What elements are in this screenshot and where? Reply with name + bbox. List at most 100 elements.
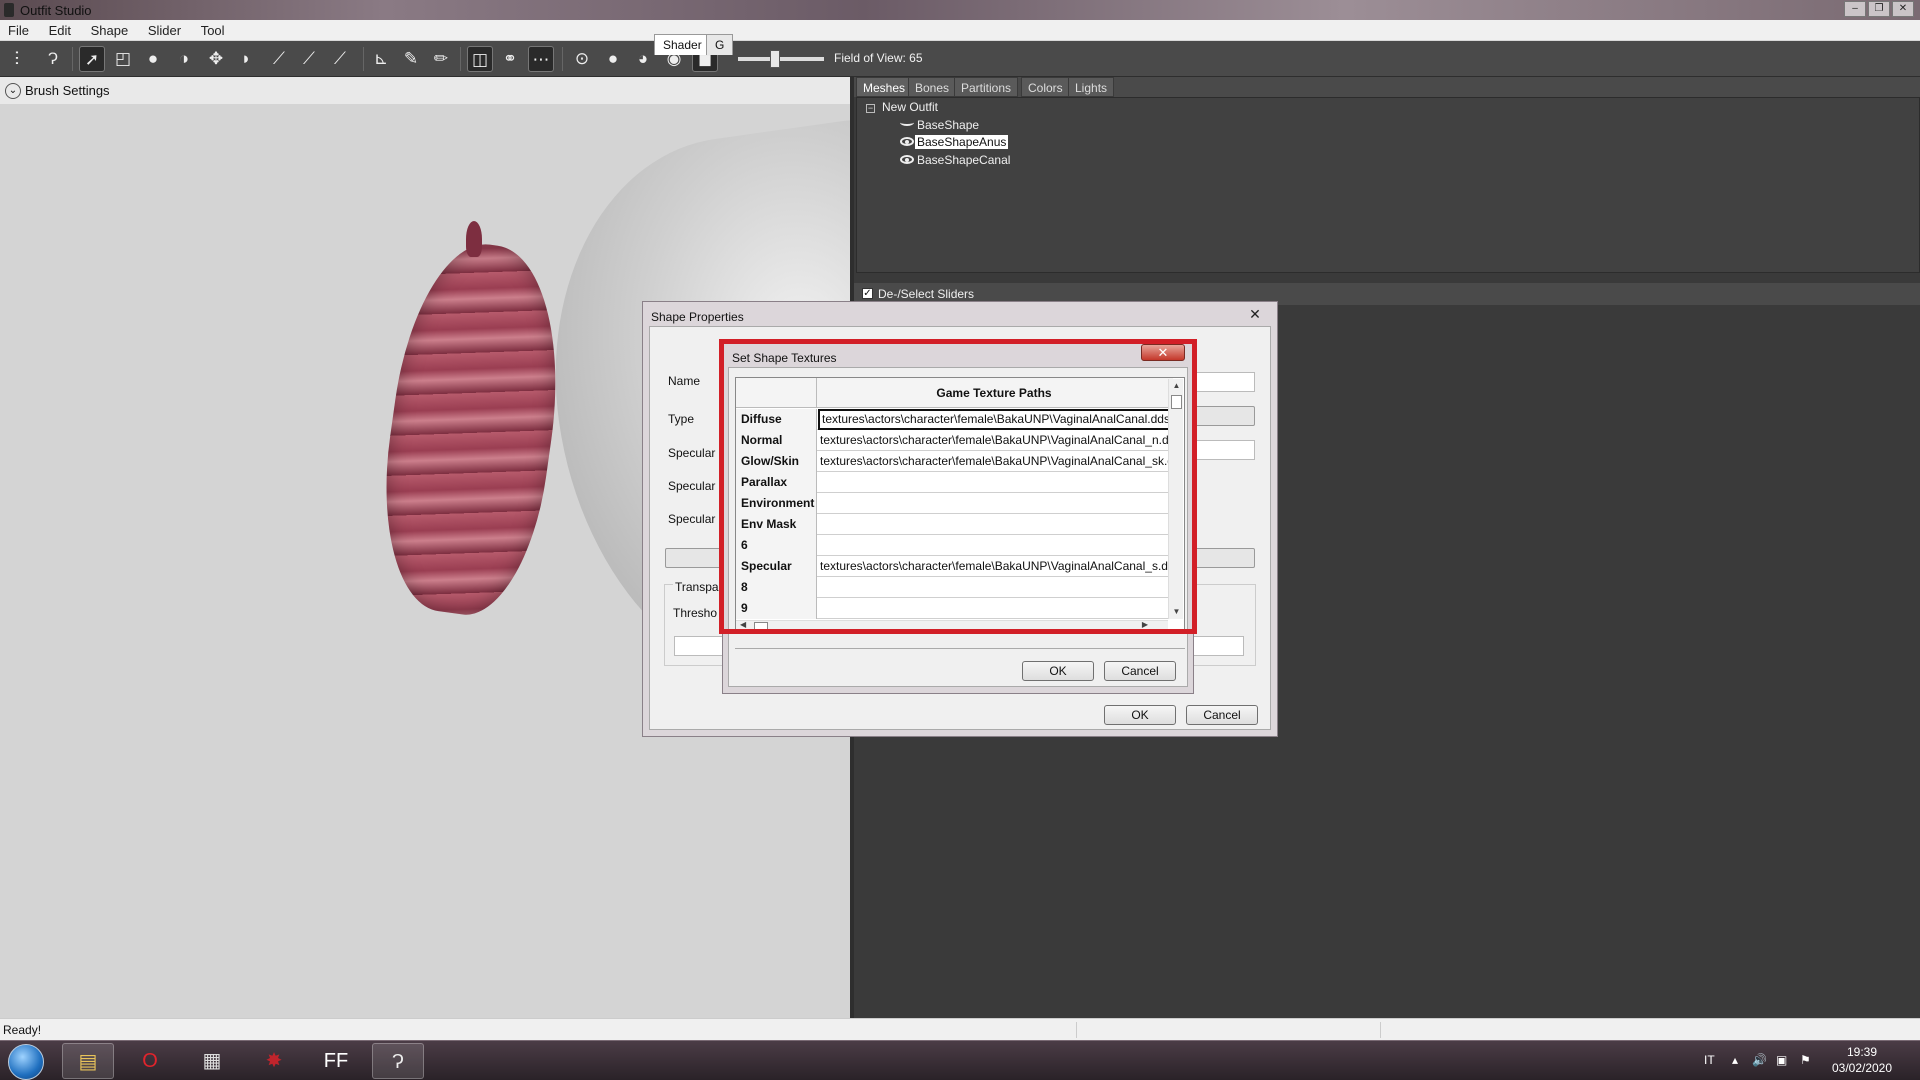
shape-props-cancel-button[interactable]: Cancel — [1186, 705, 1258, 725]
texture-path-cell[interactable] — [818, 493, 1172, 514]
specular-label: Specular — [668, 446, 716, 460]
lighting-icon[interactable]: ● — [600, 46, 626, 72]
transform-icon[interactable]: ⊾ — [368, 46, 394, 72]
outfit-studio-taskbar-icon[interactable]: Ɂ — [372, 1043, 424, 1079]
table-row[interactable]: Environment — [736, 493, 1173, 514]
scroll-thumb[interactable] — [1171, 395, 1182, 409]
fov-slider-track[interactable] — [738, 57, 824, 61]
inflate-brush-icon[interactable]: ● — [140, 46, 166, 72]
scroll-right-icon[interactable]: ▶ — [1142, 620, 1148, 629]
texture-icon[interactable]: ◕ — [630, 46, 656, 72]
clock[interactable]: 19:39 03/02/2020 — [1822, 1044, 1902, 1076]
table-row[interactable]: 9 — [736, 598, 1173, 619]
grid-horizontal-scrollbar[interactable]: ◀ ▶ — [736, 620, 1168, 631]
hidden-eye-icon[interactable] — [900, 119, 914, 126]
tab-bones[interactable]: Bones — [908, 77, 957, 97]
deflate-brush-icon[interactable]: ◑ — [171, 46, 197, 72]
texture-path-cell[interactable]: textures\actors\character\female\BakaUNP… — [818, 451, 1172, 472]
ffdec-icon[interactable]: FF — [310, 1043, 362, 1079]
network-icon[interactable]: ▣ — [1776, 1053, 1787, 1067]
maximize-button[interactable]: ❐ — [1868, 1, 1890, 17]
mirror-icon[interactable]: ◫ — [467, 46, 493, 72]
tab-lights[interactable]: Lights — [1068, 77, 1115, 97]
texture-path-cell[interactable] — [818, 598, 1172, 619]
mesh-tool-icon[interactable]: ✸ — [248, 1043, 300, 1079]
select-tool-icon[interactable]: ➚ — [79, 46, 105, 72]
shape-props-ok-button[interactable]: OK — [1104, 705, 1176, 725]
opera-icon[interactable]: O — [124, 1043, 176, 1079]
texture-path-cell[interactable] — [818, 535, 1172, 556]
mask-brush-icon[interactable]: ◰ — [110, 46, 136, 72]
collapse-toggle-icon[interactable]: − — [866, 104, 875, 113]
menu-tool[interactable]: Tool — [193, 20, 233, 38]
table-row[interactable]: Parallax — [736, 472, 1173, 493]
tab-meshes[interactable]: Meshes — [856, 77, 913, 97]
eye-icon[interactable] — [900, 155, 914, 164]
table-row[interactable]: Glow/Skin textures\actors\character\fema… — [736, 451, 1173, 472]
table-row[interactable]: 8 — [736, 577, 1173, 598]
color-brush-icon[interactable]: ⟋ — [296, 46, 322, 72]
language-indicator[interactable]: IT — [1704, 1053, 1715, 1067]
move-brush-icon[interactable]: ✥ — [203, 46, 229, 72]
pivot-icon[interactable]: ✎ — [398, 46, 424, 72]
tab-partitions[interactable]: Partitions — [954, 77, 1019, 97]
textures-ok-button[interactable]: OK — [1022, 661, 1094, 681]
chevron-down-icon[interactable]: ⌄ — [5, 83, 21, 99]
media-app-icon[interactable]: ▦ — [186, 1043, 238, 1079]
table-row[interactable]: 6 — [736, 535, 1173, 556]
texture-path-cell[interactable]: textures\actors\character\female\BakaUNP… — [818, 409, 1172, 430]
weight-brush-icon[interactable]: ⟋ — [266, 46, 292, 72]
menu-edit[interactable]: Edit — [41, 20, 79, 38]
start-button-icon[interactable] — [8, 1044, 44, 1080]
scroll-down-icon[interactable]: ▼ — [1169, 605, 1184, 619]
tab-geometry[interactable]: G — [706, 34, 734, 55]
eye-icon[interactable] — [900, 137, 914, 146]
tray-expand-icon[interactable]: ▴ — [1732, 1053, 1738, 1067]
tree-item-baseshapecanal[interactable]: BaseShapeCanal — [917, 153, 1010, 167]
menu-file[interactable]: File — [0, 20, 37, 38]
type-select[interactable] — [1195, 406, 1255, 426]
table-row[interactable]: Env Mask — [736, 514, 1173, 535]
close-icon[interactable]: ✕ — [1141, 344, 1185, 361]
texture-path-cell[interactable] — [818, 514, 1172, 535]
explorer-icon[interactable]: ▤ — [62, 1043, 114, 1079]
connected-icon[interactable]: ⚭ — [497, 46, 523, 72]
table-row[interactable]: Specular textures\actors\character\femal… — [736, 556, 1173, 577]
close-icon[interactable]: ✕ — [1243, 305, 1267, 323]
scroll-thumb[interactable] — [754, 622, 768, 631]
texture-path-cell[interactable]: textures\actors\character\female\BakaUNP… — [818, 556, 1172, 577]
brush-settings-bar[interactable]: ⌄ Brush Settings — [0, 77, 850, 104]
vertex-edit-icon[interactable]: ✏ — [428, 46, 454, 72]
smooth-brush-icon[interactable]: ◗ — [233, 46, 259, 72]
textures-cancel-button[interactable]: Cancel — [1104, 661, 1176, 681]
grid-vertical-scrollbar[interactable]: ▲ ▼ — [1168, 379, 1183, 619]
scroll-left-icon[interactable]: ◀ — [740, 620, 746, 629]
texture-path-cell[interactable]: textures\actors\character\female\BakaUNP… — [818, 430, 1172, 451]
volume-icon[interactable]: 🔊 — [1752, 1053, 1767, 1067]
standard-brush-icon[interactable]: ⵗ — [4, 46, 30, 72]
taskbar: ▤ O ▦ ✸ FF Ɂ IT ▴ 🔊 ▣ ⚑ 19:39 03/02/2020 — [0, 1040, 1920, 1080]
alpha-brush-icon[interactable]: ⟋ — [327, 46, 353, 72]
action-center-flag-icon[interactable]: ⚑ — [1800, 1053, 1811, 1067]
xray-icon[interactable]: ⋯ — [528, 46, 554, 72]
fov-slider-thumb[interactable] — [770, 50, 780, 68]
texture-path-cell[interactable] — [818, 472, 1172, 493]
specular-color-field[interactable] — [1195, 440, 1255, 460]
table-row[interactable]: Diffuse textures\actors\character\female… — [736, 409, 1173, 430]
brush-alt-icon[interactable]: Ɂ — [40, 46, 66, 72]
wireframe-icon[interactable]: ⊙ — [569, 46, 595, 72]
tab-colors[interactable]: Colors — [1021, 77, 1070, 97]
menu-slider[interactable]: Slider — [140, 20, 189, 38]
tab-shader[interactable]: Shader — [654, 34, 711, 55]
tree-item-baseshape[interactable]: BaseShape — [917, 118, 979, 132]
minimize-button[interactable]: – — [1844, 1, 1866, 17]
name-field[interactable] — [1195, 372, 1255, 392]
table-row[interactable]: Normal textures\actors\character\female\… — [736, 430, 1173, 451]
scroll-up-icon[interactable]: ▲ — [1169, 379, 1184, 393]
menu-shape[interactable]: Shape — [83, 20, 137, 38]
tree-item-baseshapeanus[interactable]: BaseShapeAnus — [915, 135, 1009, 149]
tree-root-outfit[interactable]: New Outfit — [882, 100, 938, 114]
close-button[interactable]: ✕ — [1892, 1, 1914, 17]
texture-path-cell[interactable] — [818, 577, 1172, 598]
select-sliders-checkbox[interactable]: ✓ — [862, 288, 873, 299]
